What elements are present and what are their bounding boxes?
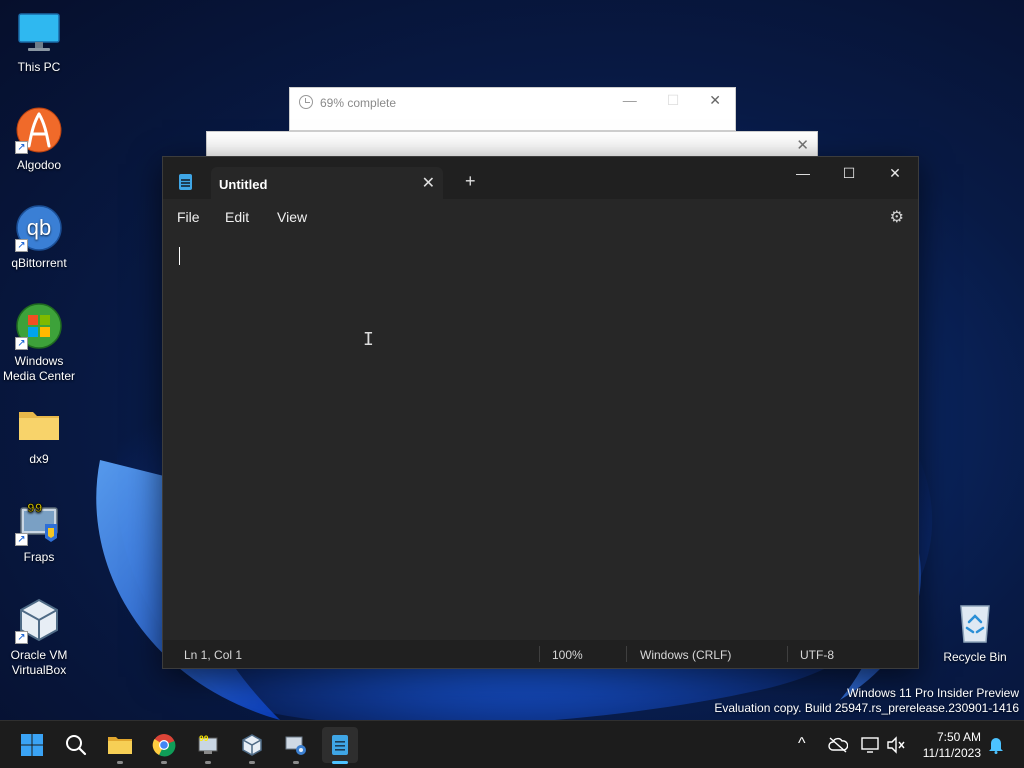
desktop-icon-label-line1: Windows [14, 354, 64, 368]
taskbar-virtualbox[interactable] [234, 727, 270, 764]
notepad-statusbar: Ln 1, Col 1 100% Windows (CRLF) UTF-8 [163, 640, 918, 668]
notepad-app-icon [179, 174, 192, 190]
tray-network-icon[interactable] [828, 736, 849, 759]
desktop-icon-label: dx9 [29, 452, 49, 466]
fraps-icon: 99 ↗ [15, 498, 63, 546]
settings-gear-icon[interactable]: ⚙ [890, 207, 904, 227]
status-position: Ln 1, Col 1 [184, 648, 243, 662]
text-caret [179, 247, 180, 265]
desktop-icon-algodoo[interactable]: ↗ Algodoo [0, 106, 78, 173]
taskbar-installer[interactable] [278, 727, 314, 764]
shortcut-arrow-icon: ↗ [15, 631, 28, 644]
shortcut-arrow-icon: ↗ [15, 337, 28, 350]
speaker-muted-icon [887, 736, 905, 754]
virtualbox-icon [242, 734, 262, 756]
shortcut-arrow-icon: ↗ [15, 533, 28, 546]
folder-icon [108, 737, 132, 754]
installer-icon [285, 736, 306, 755]
tray-volume-icon[interactable] [886, 736, 906, 759]
progress-minimize-button[interactable]: — [623, 92, 637, 109]
desktop-icon-label-line2: Media Center [2, 369, 76, 383]
shortcut-arrow-icon: ↗ [15, 141, 28, 154]
qbittorrent-icon: qb ↗ [15, 204, 63, 252]
taskbar-file-explorer[interactable] [102, 727, 138, 764]
desktop-icon-label: This PC [17, 60, 61, 74]
chrome-icon [152, 734, 176, 757]
desktop-icon-qbittorrent[interactable]: qb ↗ qBittorrent [0, 204, 78, 271]
progress-close-button[interactable]: ✕ [709, 92, 721, 109]
desktop-icon-label-line1: Oracle VM [10, 648, 68, 662]
fraps-badge: 99 [27, 501, 43, 516]
secondary-window[interactable]: ✕ [206, 131, 818, 159]
recycle-bin-label: Recycle Bin [943, 650, 1007, 664]
secondary-close-button[interactable]: ✕ [796, 136, 809, 154]
desktop-icon-recycle-bin[interactable]: Recycle Bin [936, 598, 1014, 664]
progress-window[interactable]: 69% complete — ☐ ✕ [289, 87, 736, 131]
desktop-icon-label: Fraps [23, 550, 55, 564]
taskbar-chrome[interactable] [146, 727, 182, 764]
close-button[interactable]: ✕ [872, 157, 918, 189]
ibeam-cursor-icon: I [363, 329, 374, 350]
windows-media-center-icon: ↗ [15, 302, 63, 350]
progress-maximize-button[interactable]: ☐ [667, 92, 680, 109]
start-button[interactable] [14, 727, 50, 763]
menu-view[interactable]: View [277, 209, 307, 225]
desktop-icon-label: qBittorrent [11, 256, 67, 270]
clock-date: 11/11/2023 [922, 746, 981, 760]
folder-icon [15, 400, 63, 448]
tab-label: Untitled [219, 177, 268, 192]
desktop-icon-virtualbox[interactable]: ↗ Oracle VM VirtualBox [0, 596, 78, 678]
desktop-icon-fraps[interactable]: 99 ↗ Fraps [0, 498, 78, 565]
tab-close-button[interactable]: ✕ [422, 173, 435, 193]
watermark-line2: Evaluation copy. Build 25947.rs_prerelea… [714, 701, 1019, 715]
qb-glyph: qb [27, 215, 51, 240]
monitor-icon [15, 8, 63, 56]
menu-file[interactable]: File [177, 209, 200, 225]
taskbar-fraps[interactable]: 99 [190, 727, 226, 764]
desktop-icon-dx9[interactable]: dx9 [0, 400, 78, 467]
shortcut-arrow-icon: ↗ [15, 239, 28, 252]
notepad-text-area[interactable]: I [163, 235, 918, 640]
new-tab-button[interactable]: + [465, 172, 476, 190]
virtualbox-icon: ↗ [15, 596, 63, 644]
progress-window-title: 69% complete [320, 96, 397, 110]
taskbar: 99 ^ 7:50 AM 11/11/2023 [0, 720, 1024, 768]
windows-start-icon [21, 734, 43, 756]
desktop-icon-windows-media-center[interactable]: ↗ Windows Media Center [0, 302, 78, 384]
notification-bell-icon[interactable] [988, 736, 1004, 759]
notepad-icon [332, 735, 348, 755]
watermark-line1: Windows 11 Pro Insider Preview [847, 686, 1019, 700]
desktop-icon-this-pc[interactable]: This PC [0, 8, 78, 75]
taskbar-notepad[interactable] [322, 727, 358, 764]
notepad-titlebar[interactable]: Untitled ✕ + — ☐ ✕ [163, 157, 918, 199]
taskbar-clock[interactable]: 7:50 AM 11/11/2023 [923, 729, 981, 761]
tray-overflow-chevron-icon[interactable]: ^ [798, 735, 806, 753]
recycle-bin-icon [951, 598, 999, 646]
maximize-button[interactable]: ☐ [826, 157, 872, 189]
evaluation-watermark: Windows 11 Pro Insider Preview Evaluatio… [714, 686, 1019, 716]
notepad-menubar: File Edit View ⚙ [163, 199, 918, 235]
search-button[interactable] [58, 727, 94, 763]
search-icon [66, 735, 87, 756]
minimize-button[interactable]: — [780, 157, 826, 189]
monitor-icon [861, 737, 879, 753]
cloud-offline-icon [828, 737, 849, 753]
status-encoding[interactable]: UTF-8 [800, 648, 834, 662]
notepad-window[interactable]: Untitled ✕ + — ☐ ✕ File Edit View ⚙ I Ln… [162, 156, 919, 669]
fraps-badge: 99 [199, 735, 209, 744]
algodoo-icon: ↗ [15, 106, 63, 154]
desktop-icon-label-line2: VirtualBox [11, 663, 67, 677]
tab-untitled[interactable]: Untitled ✕ [211, 167, 443, 199]
tray-display-icon[interactable] [860, 736, 880, 759]
desktop-icon-label: Algodoo [16, 158, 62, 172]
menu-edit[interactable]: Edit [225, 209, 249, 225]
status-zoom[interactable]: 100% [552, 648, 583, 662]
clock-time: 7:50 AM [936, 730, 981, 744]
status-line-ending[interactable]: Windows (CRLF) [640, 648, 731, 662]
clock-icon [299, 95, 313, 109]
fraps-icon: 99 [198, 735, 218, 754]
